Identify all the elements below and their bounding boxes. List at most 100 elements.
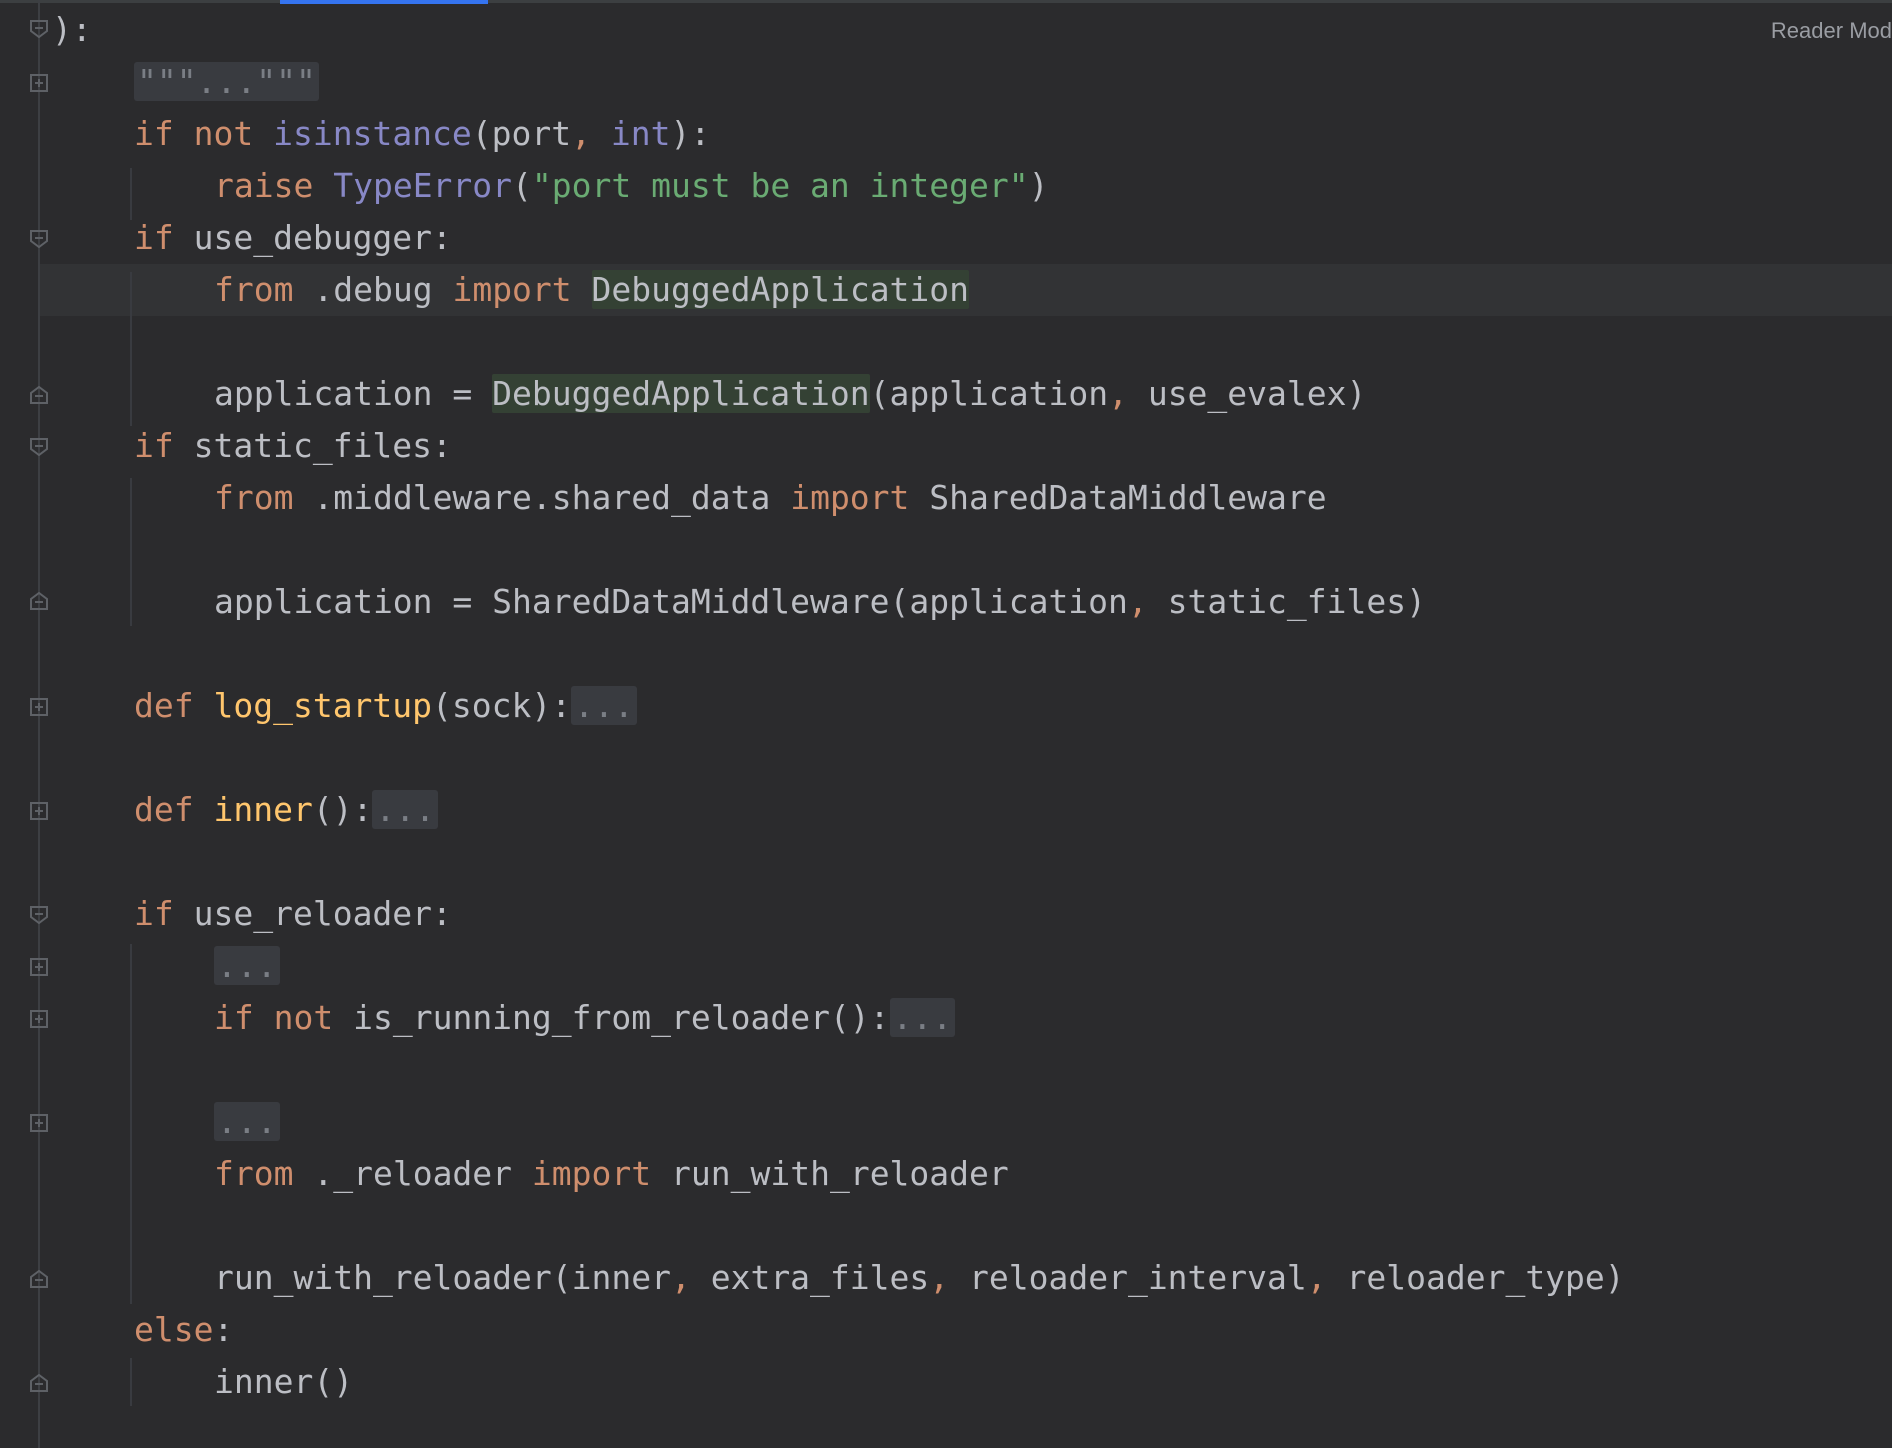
keyword: if	[214, 998, 254, 1037]
fold-collapse-icon[interactable]	[30, 230, 48, 248]
code-line[interactable]: def log_startup(sock):...	[134, 680, 637, 732]
code-line[interactable]: ):	[52, 4, 92, 56]
function-name: log_startup	[213, 686, 433, 725]
code-editor[interactable]: Reader Mod ): """...""" if not isinstanc…	[0, 0, 1892, 1448]
reader-mode-button[interactable]: Reader Mod	[1771, 18, 1892, 44]
code-text: SharedDataMiddleware	[929, 478, 1327, 517]
code-text: extra_files	[690, 1258, 930, 1297]
punctuation: ,	[1306, 1258, 1327, 1297]
code-text: reloader_interval	[949, 1258, 1307, 1297]
keyword: if	[134, 426, 174, 465]
punctuation: ,	[571, 114, 592, 153]
function-name: inner	[213, 790, 313, 829]
code-line[interactable]: if not is_running_from_reloader():...	[214, 992, 956, 1044]
punctuation: ,	[670, 1258, 691, 1297]
keyword: from	[214, 478, 294, 517]
gutter-fold-line	[38, 0, 40, 1448]
code-text: use_reloader:	[193, 894, 452, 933]
usage-highlight: DebuggedApplication	[492, 374, 870, 413]
punctuation: ):	[52, 10, 92, 49]
code-text: (application	[869, 374, 1109, 413]
keyword: from	[214, 270, 294, 309]
builtin-name: int	[610, 114, 671, 153]
keyword: else	[134, 1310, 214, 1349]
keyword: raise	[214, 166, 314, 205]
code-text: ):	[670, 114, 711, 153]
fold-end-icon[interactable]	[30, 386, 48, 404]
code-line[interactable]: """..."""	[134, 56, 319, 108]
code-text: ():	[312, 790, 373, 829]
code-line[interactable]: ...	[214, 940, 280, 992]
code-line[interactable]: if use_debugger:	[134, 212, 452, 264]
fold-expand-icon[interactable]	[30, 698, 48, 716]
fold-expand-icon[interactable]	[30, 74, 48, 92]
fold-expand-icon[interactable]	[30, 1010, 48, 1028]
usage-highlight: DebuggedApplication	[591, 270, 970, 309]
builtin-name: TypeError	[333, 166, 513, 205]
fold-collapse-icon[interactable]	[30, 906, 48, 924]
fold-expand-icon[interactable]	[30, 1114, 48, 1132]
code-text: :	[213, 1310, 234, 1349]
keyword: if	[134, 218, 174, 257]
code-line[interactable]: def inner():...	[134, 784, 439, 836]
code-text: static_files:	[193, 426, 452, 465]
keyword: import	[790, 478, 910, 517]
builtin-name: isinstance	[273, 114, 472, 153]
fold-end-icon[interactable]	[30, 1270, 48, 1288]
code-text: use_debugger:	[193, 218, 452, 257]
code-line[interactable]: from ._reloader import run_with_reloader	[214, 1148, 1009, 1200]
keyword: def	[134, 686, 194, 725]
folded-code-placeholder[interactable]: ...	[214, 946, 280, 985]
keyword: import	[452, 270, 572, 309]
fold-collapse-icon[interactable]	[30, 438, 48, 456]
code-line[interactable]: if use_reloader:	[134, 888, 452, 940]
fold-end-icon[interactable]	[30, 592, 48, 610]
code-text: application = SharedDataMiddleware(appli…	[214, 582, 1128, 621]
code-line[interactable]: if not isinstance(port, int):	[134, 108, 710, 160]
folded-docstring[interactable]: """..."""	[134, 62, 319, 101]
code-line[interactable]: else:	[134, 1304, 233, 1356]
keyword: not	[193, 114, 254, 153]
indent-guide	[130, 944, 132, 1304]
code-text: use_evalex)	[1127, 374, 1367, 413]
code-text: ._reloader	[313, 1154, 513, 1193]
indent-guide	[130, 478, 132, 626]
keyword: def	[134, 790, 194, 829]
code-text: .middleware.shared_data	[313, 478, 771, 517]
code-text: (port	[471, 114, 572, 153]
indent-guide	[130, 168, 132, 220]
string-literal: "port must be an integer"	[531, 166, 1029, 205]
folded-code-placeholder[interactable]: ...	[889, 998, 956, 1037]
fold-expand-icon[interactable]	[30, 802, 48, 820]
code-line[interactable]: from .debug import DebuggedApplication	[214, 264, 970, 316]
folded-code-placeholder[interactable]: ...	[372, 790, 439, 829]
code-text: run_with_reloader(inner	[214, 1258, 671, 1297]
keyword: if	[134, 114, 174, 153]
code-line[interactable]: application = SharedDataMiddleware(appli…	[214, 576, 1426, 628]
code-line[interactable]: from .middleware.shared_data import Shar…	[214, 472, 1327, 524]
punctuation: ,	[929, 1258, 950, 1297]
code-line[interactable]: inner()	[214, 1356, 353, 1408]
code-line[interactable]: raise TypeError("port must be an integer…	[214, 160, 1048, 212]
code-text: static_files)	[1147, 582, 1426, 621]
code-line[interactable]: ...	[214, 1096, 280, 1148]
code-line[interactable]: if static_files:	[134, 420, 452, 472]
active-tab-indicator	[280, 0, 488, 4]
fold-expand-icon[interactable]	[30, 958, 48, 976]
punctuation: ,	[1108, 374, 1128, 413]
code-text: run_with_reloader	[671, 1154, 1009, 1193]
fold-collapse-icon[interactable]	[30, 20, 48, 38]
code-text: application =	[214, 374, 493, 413]
fold-end-icon[interactable]	[30, 1374, 48, 1392]
keyword: import	[531, 1154, 652, 1193]
folded-code-placeholder[interactable]: ...	[571, 686, 637, 725]
code-text: reloader_type)	[1326, 1258, 1625, 1297]
punctuation: ,	[1127, 582, 1148, 621]
code-line[interactable]: run_with_reloader(inner, extra_files, re…	[214, 1252, 1625, 1304]
folded-code-placeholder[interactable]: ...	[214, 1102, 280, 1141]
code-text: )	[1028, 166, 1049, 205]
code-line[interactable]: application = DebuggedApplication(applic…	[214, 368, 1366, 420]
code-text: (sock):	[432, 686, 572, 725]
keyword: from	[214, 1154, 294, 1193]
code-text: (	[512, 166, 532, 205]
